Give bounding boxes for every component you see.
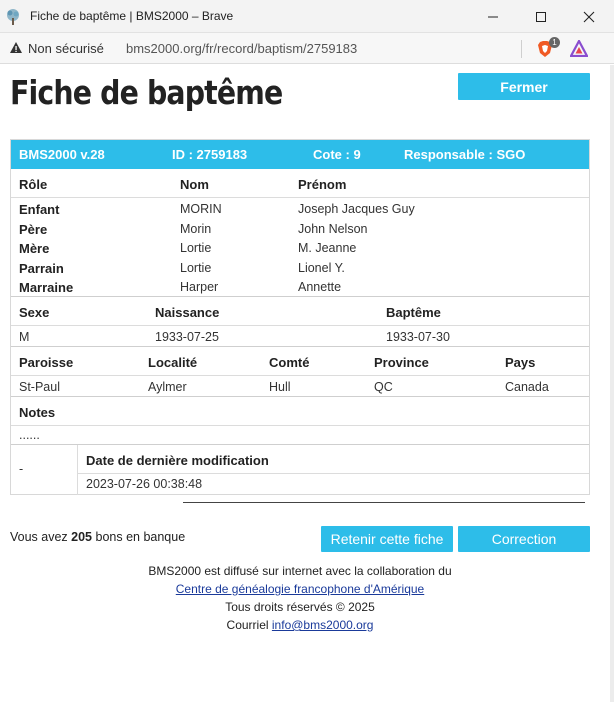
role-parrain: Parrain — [19, 261, 64, 276]
correction-button[interactable]: Correction — [458, 526, 590, 552]
record-header: BMS2000 v.28 ID : 2759183 Cote : 9 Respo… — [11, 140, 589, 169]
responsable-label: Responsable : SGO — [404, 147, 526, 162]
page-content: Fiche de baptême Fermer BMS2000 v.28 ID … — [0, 65, 614, 702]
minimize-button[interactable] — [470, 0, 516, 33]
modification-left-value: - — [19, 462, 24, 476]
role-marraine: Marraine — [19, 280, 74, 295]
nom-mere: Lortie — [180, 241, 212, 255]
footer-collaboration-text: BMS2000 est diffusé sur internet avec la… — [148, 564, 452, 578]
bottom-rule — [183, 502, 585, 503]
bank-balance: Vous avez 205 bons en banque — [10, 530, 185, 544]
place-table: Paroisse Localité Comté Province Pays St… — [11, 346, 589, 396]
address-bar[interactable]: Non sécurisé bms2000.org/fr/record/bapti… — [0, 33, 614, 64]
window-title: Fiche de baptême | BMS2000 – Brave — [30, 9, 234, 23]
footer-email-line: Courriel info@bms2000.org — [0, 616, 600, 634]
dates-divider — [11, 325, 589, 326]
record-card: BMS2000 v.28 ID : 2759183 Cote : 9 Respo… — [10, 139, 590, 495]
brave-rewards-icon[interactable] — [570, 40, 588, 57]
url-text[interactable]: bms2000.org/fr/record/baptism/2759183 — [126, 41, 357, 56]
column-header-pays: Pays — [505, 355, 536, 370]
notes-value: ...... — [19, 428, 40, 442]
shields-count-badge: 1 — [549, 37, 560, 48]
column-header-sexe: Sexe — [19, 305, 50, 320]
province-value: QC — [374, 380, 393, 394]
prenom-parrain: Lionel Y. — [298, 261, 345, 275]
paroisse-value: St-Paul — [19, 380, 60, 394]
dates-table: Sexe Naissance Baptême M 1933-07-25 1933… — [11, 296, 589, 346]
column-header-paroisse: Paroisse — [19, 355, 74, 370]
warning-icon[interactable] — [9, 41, 23, 55]
modification-header: Date de dernière modification — [86, 453, 269, 468]
security-status[interactable]: Non sécurisé — [28, 41, 104, 56]
naissance-value: 1933-07-25 — [155, 330, 219, 344]
column-header-nom: Nom — [180, 177, 209, 192]
nom-marraine: Harper — [180, 280, 219, 294]
comte-value: Hull — [269, 380, 291, 394]
modification-column-divider — [77, 445, 78, 495]
window-titlebar: Fiche de baptême | BMS2000 – Brave — [0, 0, 614, 33]
nom-pere: Morin — [180, 222, 212, 236]
bank-suffix: bons en banque — [92, 530, 186, 544]
nom-enfant: MORIN — [180, 202, 222, 216]
column-header-bapteme: Baptême — [386, 305, 441, 320]
footer-rights: Tous droits réservés © 2025 — [225, 600, 375, 614]
cote-label: Cote : 9 — [313, 147, 361, 162]
footer: BMS2000 est diffusé sur internet avec la… — [0, 562, 600, 634]
prenom-mere: M. Jeanne — [298, 241, 357, 255]
localite-value: Aylmer — [148, 380, 187, 394]
pays-value: Canada — [505, 380, 549, 394]
prenom-enfant: Joseph Jacques Guy — [298, 202, 415, 216]
persons-table: Rôle Nom Prénom Enfant MORIN Joseph Jacq… — [11, 169, 589, 296]
modification-divider — [78, 473, 589, 474]
notes-section: Notes ...... — [11, 396, 589, 444]
column-header-role: Rôle — [19, 177, 48, 192]
column-header-province: Province — [374, 355, 429, 370]
bank-prefix: Vous avez — [10, 530, 72, 544]
record-id: ID : 2759183 — [172, 147, 248, 162]
column-header-prenom: Prénom — [298, 177, 347, 192]
version-label: BMS2000 v.28 — [19, 147, 105, 162]
role-enfant: Enfant — [19, 202, 60, 217]
maximize-button[interactable] — [518, 0, 564, 33]
prenom-pere: John Nelson — [298, 222, 368, 236]
bank-count: 205 — [71, 530, 93, 544]
close-icon — [583, 11, 595, 22]
close-button[interactable]: Fermer — [458, 73, 590, 100]
footer-email-link[interactable]: info@bms2000.org — [272, 618, 374, 632]
column-header-localite: Localité — [148, 355, 198, 370]
nom-parrain: Lortie — [180, 261, 212, 275]
modification-section: - Date de dernière modification 2023-07-… — [11, 444, 589, 495]
place-divider — [11, 375, 589, 376]
header-divider — [11, 197, 589, 198]
notes-divider — [11, 425, 589, 426]
scrollbar-track[interactable] — [610, 65, 614, 702]
footer-partner-link[interactable]: Centre de généalogie francophone d'Améri… — [176, 582, 424, 596]
prenom-marraine: Annette — [298, 280, 342, 294]
retain-record-button[interactable]: Retenir cette fiche — [321, 526, 453, 552]
footer-email-label: Courriel — [226, 618, 272, 632]
modification-date: 2023-07-26 00:38:48 — [86, 477, 203, 491]
tree-app-icon — [7, 9, 19, 25]
sexe-value: M — [19, 330, 30, 344]
minimize-icon — [488, 16, 498, 17]
notes-header: Notes — [19, 405, 56, 420]
column-header-comte: Comté — [269, 355, 310, 370]
bapteme-value: 1933-07-30 — [386, 330, 450, 344]
address-separator — [521, 40, 522, 58]
role-mere: Mère — [19, 241, 50, 256]
page-title: Fiche de baptême — [10, 73, 283, 112]
close-window-button[interactable] — [566, 0, 612, 33]
column-header-naissance: Naissance — [155, 305, 220, 320]
maximize-icon — [536, 11, 546, 22]
role-pere: Père — [19, 222, 48, 237]
